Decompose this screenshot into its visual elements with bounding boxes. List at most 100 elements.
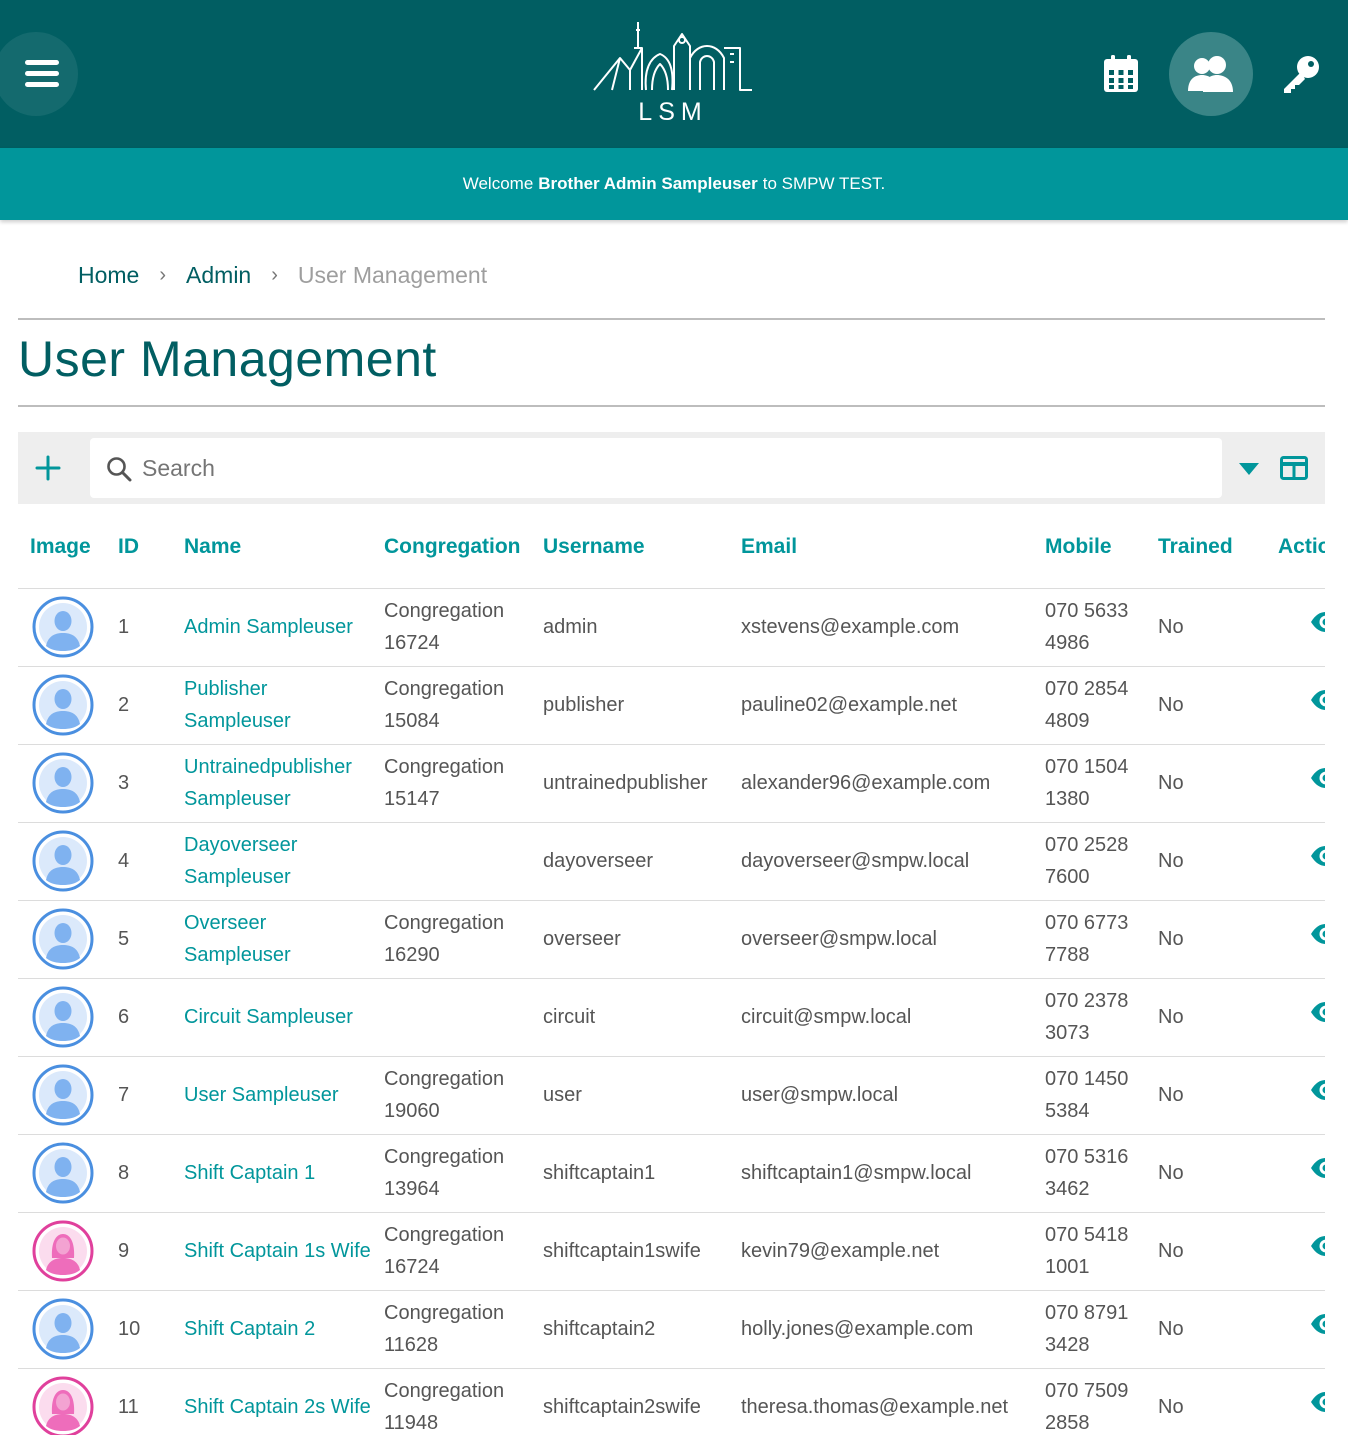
user-id: 5 <box>106 900 172 979</box>
user-name-cell: Shift Captain 1 <box>172 1134 372 1213</box>
user-name-link[interactable]: User Sampleuser <box>184 1084 339 1106</box>
user-congregation: Congregation 11628 <box>372 1290 531 1369</box>
column-header-id[interactable]: ID <box>106 506 172 589</box>
column-header-email[interactable]: Email <box>729 506 1033 589</box>
eye-icon <box>1311 924 1325 944</box>
user-id: 6 <box>106 978 172 1057</box>
user-name-link[interactable]: Circuit Sampleuser <box>184 1006 353 1028</box>
male-avatar-icon <box>32 830 94 892</box>
user-username: shiftcaptain1swife <box>531 1212 729 1291</box>
login-key-button[interactable] <box>1259 32 1343 116</box>
user-name-link[interactable]: Dayoverseer Sampleuser <box>184 834 297 888</box>
user-avatar-cell <box>18 822 106 901</box>
app-logo[interactable]: LSM <box>590 18 756 128</box>
user-trained: No <box>1146 744 1266 823</box>
view-user-button[interactable] <box>1266 978 1325 1057</box>
user-email: theresa.thomas@example.net <box>729 1368 1033 1435</box>
add-user-button[interactable] <box>32 452 64 484</box>
users-table-container: Image ID Name Congregation Username Emai… <box>18 506 1325 1435</box>
user-name-link[interactable]: Overseer Sampleuser <box>184 912 291 966</box>
view-user-button[interactable] <box>1266 744 1325 823</box>
view-user-button[interactable] <box>1266 1212 1325 1291</box>
table-row[interactable]: 10 Shift Captain 2 Congregation 11628 shift… <box>18 1290 1325 1369</box>
view-user-button[interactable] <box>1266 900 1325 979</box>
male-avatar-icon <box>32 986 94 1048</box>
breadcrumb: Home › Admin › User Management <box>78 258 487 292</box>
user-avatar-cell <box>18 1134 106 1213</box>
user-mobile: 070 1504 1380 <box>1033 744 1146 823</box>
view-user-button[interactable] <box>1266 1368 1325 1435</box>
user-trained: No <box>1146 1212 1266 1291</box>
table-row[interactable]: 5 Overseer Sampleuser Congregation 16290 ov… <box>18 900 1325 979</box>
breadcrumb-admin[interactable]: Admin <box>186 262 251 289</box>
view-user-button[interactable] <box>1266 1290 1325 1369</box>
table-row[interactable]: 3 Untrainedpublisher Sampleuser Congregati… <box>18 744 1325 823</box>
column-header-actions[interactable]: Actions <box>1266 506 1325 589</box>
male-avatar-icon <box>32 1298 94 1360</box>
columns-icon <box>1280 456 1308 480</box>
table-row[interactable]: 6 Circuit Sampleuser circuit circuit@smpw.l… <box>18 978 1325 1057</box>
user-congregation <box>372 822 531 901</box>
table-row[interactable]: 4 Dayoverseer Sampleuser dayoverseer dayove… <box>18 822 1325 901</box>
user-email: holly.jones@example.com <box>729 1290 1033 1369</box>
user-email: alexander96@example.com <box>729 744 1033 823</box>
search-input[interactable] <box>140 448 1200 488</box>
breadcrumb-home[interactable]: Home <box>78 262 139 289</box>
user-trained: No <box>1146 1134 1266 1213</box>
user-name-cell: Publisher Sampleuser <box>172 666 372 745</box>
user-mobile: 070 2378 3073 <box>1033 978 1146 1057</box>
table-header-row: Image ID Name Congregation Username Emai… <box>18 506 1325 589</box>
user-trained: No <box>1146 1056 1266 1135</box>
breadcrumb-separator: › <box>159 263 167 286</box>
male-avatar-icon <box>32 596 94 658</box>
user-avatar-cell <box>18 666 106 745</box>
male-avatar-icon <box>32 752 94 814</box>
user-name-link[interactable]: Shift Captain 1s Wife <box>184 1240 371 1262</box>
user-trained: No <box>1146 666 1266 745</box>
user-name-link[interactable]: Untrainedpublisher Sampleuser <box>184 756 352 810</box>
column-header-congregation[interactable]: Congregation <box>372 506 531 589</box>
male-avatar-icon <box>32 1064 94 1126</box>
user-id: 11 <box>106 1368 172 1435</box>
user-name-link[interactable]: Shift Captain 2s Wife <box>184 1396 371 1418</box>
column-header-mobile[interactable]: Mobile <box>1033 506 1146 589</box>
table-row[interactable]: 1 Admin Sampleuser Congregation 16724 admin… <box>18 588 1325 667</box>
user-mobile: 070 5418 1001 <box>1033 1212 1146 1291</box>
column-header-image[interactable]: Image <box>18 506 106 589</box>
table-row[interactable]: 9 Shift Captain 1s Wife Congregation 16724… <box>18 1212 1325 1291</box>
user-congregation: Congregation 15147 <box>372 744 531 823</box>
user-name-cell: Overseer Sampleuser <box>172 900 372 979</box>
user-name-link[interactable]: Shift Captain 1 <box>184 1162 315 1184</box>
view-user-button[interactable] <box>1266 822 1325 901</box>
male-avatar-icon <box>32 908 94 970</box>
menu-button[interactable] <box>0 32 78 116</box>
column-header-name[interactable]: Name <box>172 506 372 589</box>
table-row[interactable]: 8 Shift Captain 1 Congregation 13964 shiftc… <box>18 1134 1325 1213</box>
user-email: pauline02@example.net <box>729 666 1033 745</box>
user-id: 4 <box>106 822 172 901</box>
table-row[interactable]: 2 Publisher Sampleuser Congregation 15084 p… <box>18 666 1325 745</box>
column-header-username[interactable]: Username <box>531 506 729 589</box>
view-user-button[interactable] <box>1266 588 1325 667</box>
calendar-button[interactable] <box>1079 32 1163 116</box>
view-user-button[interactable] <box>1266 1134 1325 1213</box>
user-name-cell: Dayoverseer Sampleuser <box>172 822 372 901</box>
table-row[interactable]: 7 User Sampleuser Congregation 19060 user us… <box>18 1056 1325 1135</box>
user-name-cell: Shift Captain 2 <box>172 1290 372 1369</box>
user-username: admin <box>531 588 729 667</box>
filter-dropdown-button[interactable] <box>1238 462 1260 481</box>
user-name-link[interactable]: Publisher Sampleuser <box>184 678 291 732</box>
user-avatar-cell <box>18 1368 106 1435</box>
user-congregation <box>372 978 531 1057</box>
user-id: 8 <box>106 1134 172 1213</box>
table-row[interactable]: 11 Shift Captain 2s Wife Congregation 1194… <box>18 1368 1325 1435</box>
user-name-cell: User Sampleuser <box>172 1056 372 1135</box>
view-user-button[interactable] <box>1266 1056 1325 1135</box>
user-name-link[interactable]: Admin Sampleuser <box>184 616 353 638</box>
column-toggle-button[interactable] <box>1280 456 1308 485</box>
users-button[interactable] <box>1169 32 1253 116</box>
user-id: 9 <box>106 1212 172 1291</box>
user-name-link[interactable]: Shift Captain 2 <box>184 1318 315 1340</box>
column-header-trained[interactable]: Trained <box>1146 506 1266 589</box>
view-user-button[interactable] <box>1266 666 1325 745</box>
